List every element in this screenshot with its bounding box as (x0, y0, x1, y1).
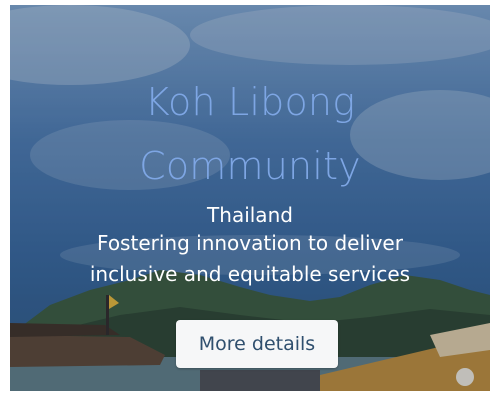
card-description-line2: inclusive and equitable services (89, 262, 411, 286)
card-title-line1: Koh Libong (144, 80, 356, 124)
more-details-button[interactable]: More details (176, 320, 338, 368)
card-title-line2: Community (139, 144, 361, 188)
card-description-line1: Fostering innovation to deliver (97, 231, 403, 255)
card-country: Thailand (207, 203, 293, 227)
community-card: Koh Libong Community Thailand Fostering … (10, 5, 490, 391)
